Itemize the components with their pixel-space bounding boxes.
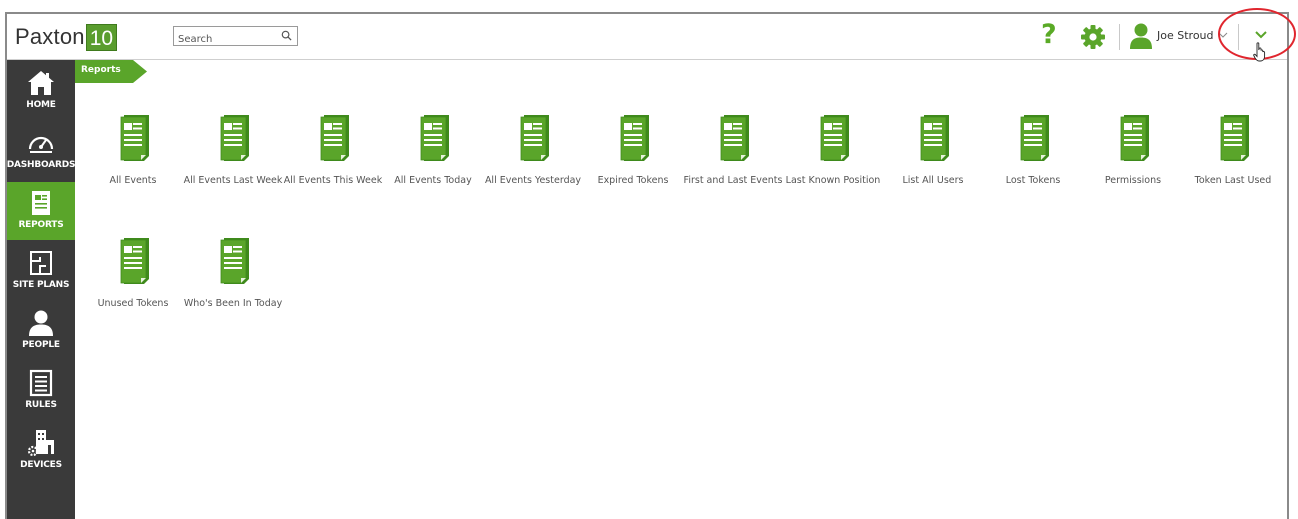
- report-label: All Events Yesterday: [484, 175, 582, 186]
- help-icon[interactable]: ?: [1041, 20, 1057, 50]
- report-icon: [32, 191, 50, 215]
- report-tile[interactable]: All Events Last Week: [183, 114, 283, 187]
- report-document-icon: [1020, 114, 1050, 162]
- user-avatar-icon[interactable]: [1128, 22, 1154, 50]
- report-label: All Events This Week: [283, 175, 383, 186]
- report-document-icon: [1120, 114, 1150, 162]
- sidebar: HOME DASHBOARDS REPORTS SITE PLANS PEOPL…: [7, 60, 75, 519]
- report-label: Permissions: [1104, 175, 1162, 186]
- report-tile[interactable]: First and Last Events: [683, 114, 783, 187]
- devices-icon: [27, 430, 54, 457]
- report-label: Who's Been In Today: [183, 298, 283, 309]
- report-tile[interactable]: Token Last Used: [1183, 114, 1283, 187]
- report-label: List All Users: [902, 175, 964, 186]
- report-document-icon: [620, 114, 650, 162]
- breadcrumb-label[interactable]: Reports: [81, 65, 121, 75]
- report-label: Lost Tokens: [1005, 175, 1061, 186]
- report-tile[interactable]: Lost Tokens: [983, 114, 1083, 187]
- report-tile[interactable]: All Events Yesterday: [483, 114, 583, 187]
- report-document-icon: [220, 237, 250, 285]
- report-tile[interactable]: All Events: [83, 114, 183, 187]
- sidebar-item-label: REPORTS: [18, 220, 64, 230]
- dashboard-gauge-icon: [28, 136, 54, 153]
- sidebar-item-label: RULES: [25, 400, 57, 410]
- search-box[interactable]: [173, 26, 298, 49]
- report-tile[interactable]: Last Known Position: [783, 114, 883, 187]
- sidebar-item-reports[interactable]: REPORTS: [7, 182, 75, 240]
- sidebar-item-label: PEOPLE: [22, 340, 60, 350]
- report-tile[interactable]: Who's Been In Today: [183, 237, 283, 310]
- report-tile[interactable]: Unused Tokens: [83, 237, 183, 310]
- rules-list-icon: [29, 369, 53, 397]
- sidebar-item-dashboards[interactable]: DASHBOARDS: [7, 122, 75, 180]
- report-tile[interactable]: All Events This Week: [283, 114, 383, 187]
- logo-text: Paxton: [15, 24, 85, 49]
- report-document-icon: [820, 114, 850, 162]
- sidebar-item-home[interactable]: HOME: [7, 62, 75, 120]
- report-label: All Events Last Week: [183, 175, 283, 186]
- report-document-icon: [420, 114, 450, 162]
- top-header: Paxton 10 ? Joe Stroud: [7, 8, 1296, 62]
- header-divider: [1119, 24, 1120, 50]
- report-tile[interactable]: Permissions: [1083, 114, 1183, 187]
- report-document-icon: [220, 114, 250, 162]
- settings-gear-icon[interactable]: [1080, 24, 1106, 50]
- report-tile[interactable]: List All Users: [883, 114, 983, 187]
- report-label: All Events: [109, 175, 157, 186]
- report-label: All Events Today: [394, 175, 472, 186]
- report-label: First and Last Events: [683, 175, 783, 186]
- report-document-icon: [1220, 114, 1250, 162]
- sidebar-item-devices[interactable]: DEVICES: [7, 422, 75, 480]
- sidebar-item-site-plans[interactable]: SITE PLANS: [7, 242, 75, 300]
- report-tile[interactable]: Expired Tokens: [583, 114, 683, 187]
- report-tile[interactable]: All Events Today: [383, 114, 483, 187]
- report-label: Expired Tokens: [597, 175, 669, 186]
- hand-cursor-icon: [1253, 42, 1266, 62]
- user-name[interactable]: Joe Stroud: [1157, 29, 1214, 42]
- report-document-icon: [720, 114, 750, 162]
- report-document-icon: [120, 114, 150, 162]
- sidebar-item-label: DEVICES: [20, 460, 62, 470]
- home-icon: [28, 71, 54, 95]
- app-window: Paxton 10 ? Joe Stroud: [5, 8, 1296, 519]
- sidebar-item-label: HOME: [26, 100, 56, 110]
- person-icon: [29, 310, 53, 336]
- search-icon[interactable]: [281, 30, 292, 41]
- sidebar-item-label: DASHBOARDS: [6, 160, 76, 170]
- report-document-icon: [320, 114, 350, 162]
- logo-version: 10: [85, 23, 118, 51]
- search-input[interactable]: [174, 30, 274, 49]
- report-document-icon: [520, 114, 550, 162]
- sidebar-item-people[interactable]: PEOPLE: [7, 302, 75, 360]
- report-label: Token Last Used: [1194, 175, 1272, 186]
- report-document-icon: [920, 114, 950, 162]
- report-label: Last Known Position: [785, 175, 881, 186]
- sidebar-item-rules[interactable]: RULES: [7, 362, 75, 420]
- paxton-logo: Paxton 10: [15, 23, 118, 51]
- report-label: Unused Tokens: [97, 298, 169, 309]
- site-plan-icon: [30, 251, 52, 275]
- report-document-icon: [120, 237, 150, 285]
- sidebar-item-label: SITE PLANS: [12, 280, 70, 290]
